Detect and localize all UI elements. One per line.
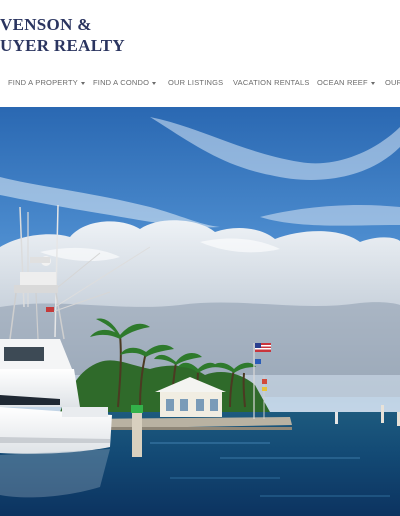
- caret-down-icon: [152, 81, 157, 85]
- nav-label: VACATION RENTALS: [233, 78, 310, 87]
- water-ripple: [220, 457, 360, 459]
- us-flag: [255, 343, 271, 352]
- water-ripple: [150, 442, 270, 444]
- hero-banner: [0, 107, 400, 516]
- nav-label: FIND A PROPERTY: [8, 78, 78, 87]
- small-flag: [262, 387, 267, 391]
- nav-our[interactable]: OUR: [385, 78, 400, 87]
- nav-label: OCEAN REEF: [317, 78, 368, 87]
- small-flag: [255, 359, 261, 364]
- nav-label: OUR: [385, 78, 400, 87]
- nav-label: FIND A CONDO: [93, 78, 150, 87]
- dock-piling: [132, 407, 142, 457]
- nav-find-a-property[interactable]: FIND A PROPERTY: [8, 78, 85, 87]
- seawall-edge: [80, 427, 292, 430]
- marina-photo: [0, 107, 400, 516]
- water-ripple: [260, 495, 390, 497]
- nav-label: OUR LISTINGS: [168, 78, 224, 87]
- channel-marker: [335, 412, 338, 424]
- main-navigation: FIND A PROPERTY FIND A CONDO OUR LISTING…: [0, 70, 400, 96]
- logo-line-2: UYER REALTY: [0, 36, 126, 55]
- nav-vacation-rentals[interactable]: VACATION RENTALS: [233, 78, 310, 87]
- site-logo[interactable]: VENSON & UYER REALTY: [0, 12, 400, 60]
- nav-ocean-reef[interactable]: OCEAN REEF: [317, 78, 375, 87]
- water-ripple: [170, 477, 280, 479]
- logo-line-1: VENSON &: [0, 15, 92, 34]
- channel-marker: [381, 405, 384, 423]
- nav-find-a-condo[interactable]: FIND A CONDO: [93, 78, 157, 87]
- dock-piling-cap: [131, 405, 143, 413]
- caret-down-icon: [80, 81, 85, 85]
- small-flag: [262, 379, 267, 384]
- nav-our-listings[interactable]: OUR LISTINGS: [168, 78, 223, 87]
- caret-down-icon: [370, 81, 375, 85]
